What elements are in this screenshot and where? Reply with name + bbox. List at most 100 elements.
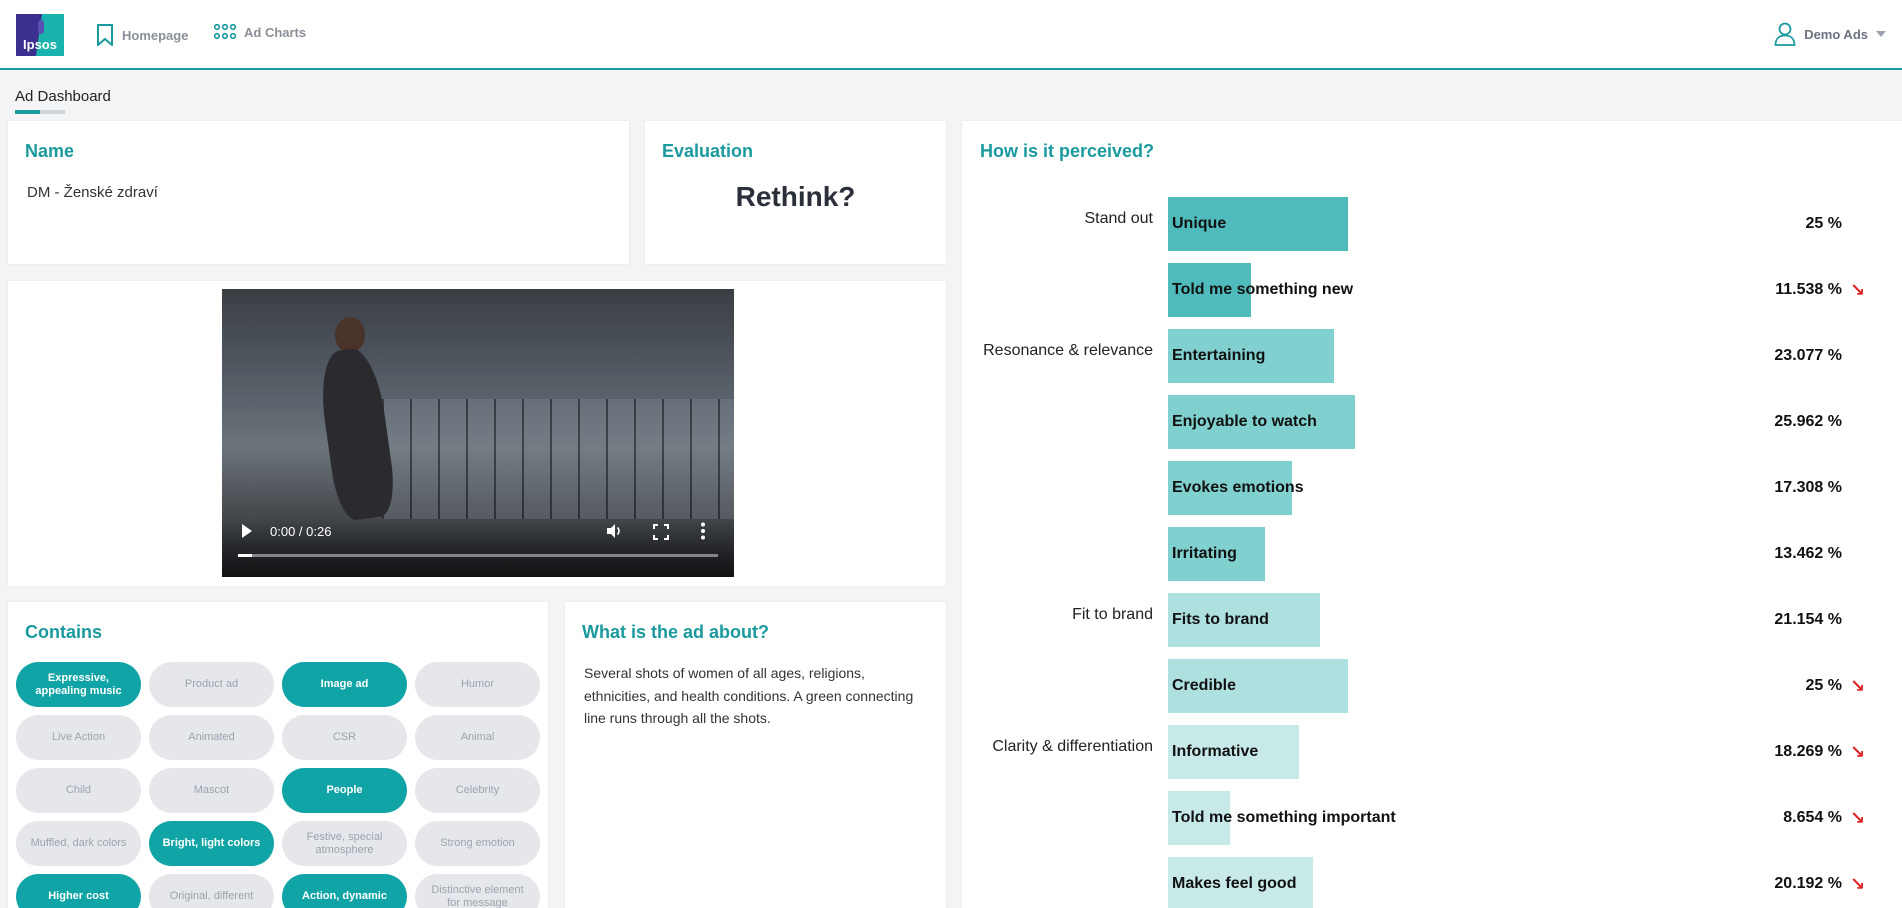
contains-tag[interactable]: Expressive, appealing music <box>16 662 141 707</box>
nav-homepage-label: Homepage <box>122 27 189 43</box>
contains-tag[interactable]: Child <box>16 768 141 813</box>
video-progress-fill <box>238 554 253 557</box>
nav-ad-charts-label: Ad Charts <box>244 24 307 40</box>
contains-card-title: Contains <box>25 622 103 642</box>
bookmark-icon <box>97 24 113 46</box>
more-options-icon[interactable] <box>700 522 706 540</box>
perception-value: 8.654 % <box>1783 809 1842 826</box>
perceived-card: How is it perceived? Stand out Unique 25 %… <box>962 121 1902 908</box>
contains-tag[interactable]: Festive, special atmosphere <box>282 821 407 866</box>
perception-value: 21.154 % <box>1774 611 1842 628</box>
video-card: 0:00 / 0:26 <box>8 281 946 586</box>
contains-card: Contains Expressive, appealing music Prod… <box>8 602 548 908</box>
perception-row: Stand out Unique 25 % <box>962 197 1902 251</box>
contains-tag[interactable]: Muffled, dark colors <box>16 821 141 866</box>
perception-row: Resonance & relevance Entertaining 23.077 … <box>962 329 1902 383</box>
caret-down-icon <box>1876 31 1886 37</box>
about-card-title: What is the ad about? <box>582 622 769 642</box>
fullscreen-icon[interactable] <box>653 524 669 540</box>
perception-group-label: Resonance & relevance <box>983 342 1153 359</box>
perception-bar-label: Entertaining <box>1172 347 1266 364</box>
logo-text: Ipsos <box>23 37 57 52</box>
perception-value: 17.308 % <box>1774 479 1842 496</box>
contains-tag[interactable]: Celebrity <box>415 768 540 813</box>
name-card-title: Name <box>25 141 75 161</box>
nav-ad-charts[interactable]: Ad Charts <box>214 24 306 40</box>
perception-row: Credible 25 % ↘ <box>962 659 1902 713</box>
perception-value: 25 % <box>1805 215 1842 232</box>
perception-row: Told me something important 8.654 % ↘ <box>962 791 1902 845</box>
contains-tag[interactable]: Product ad <box>149 662 274 707</box>
perception-bar-label: Fits to brand <box>1172 611 1269 628</box>
perception-bar-label: Credible <box>1172 677 1237 694</box>
perception-bar-label: Irritating <box>1172 545 1237 562</box>
name-card: Name DM - Ženské zdraví <box>8 121 629 264</box>
contains-tag[interactable]: Original, different <box>149 874 274 908</box>
perception-value: 23.077 % <box>1774 347 1842 364</box>
contains-tag[interactable]: Bright, light colors <box>149 821 274 866</box>
contains-tag-grid: Expressive, appealing music Product ad Ima… <box>16 662 540 908</box>
video-player[interactable]: 0:00 / 0:26 <box>222 289 734 577</box>
tab-label: Ad Dashboard <box>15 88 111 105</box>
user-name: Demo Ads <box>1804 26 1868 42</box>
contains-tag[interactable]: Higher cost <box>16 874 141 908</box>
evaluation-value: Rethink? <box>735 181 856 212</box>
user-menu[interactable]: Demo Ads <box>1774 22 1886 46</box>
perception-bar-label: Unique <box>1172 215 1227 232</box>
about-description: Several shots of women of all ages, reli… <box>584 665 914 726</box>
perception-group-label: Fit to brand <box>1072 606 1153 623</box>
perception-row: Evokes emotions 17.308 % <box>962 461 1902 515</box>
contains-tag[interactable]: Distinctive element for message <box>415 874 540 908</box>
play-icon[interactable] <box>242 524 252 538</box>
perception-value: 13.462 % <box>1774 545 1842 562</box>
perception-value: 20.192 % <box>1774 875 1842 892</box>
contains-tag[interactable]: Strong emotion <box>415 821 540 866</box>
perception-bar-label: Evokes emotions <box>1172 479 1304 496</box>
perception-value: 25.962 % <box>1774 413 1842 430</box>
video-progress-bar[interactable] <box>238 554 718 557</box>
perception-row: Told me something new 11.538 % ↘ <box>962 263 1902 317</box>
contains-tag[interactable]: Animal <box>415 715 540 760</box>
perception-bar-label: Makes feel good <box>1172 875 1297 892</box>
video-controls: 0:00 / 0:26 <box>222 517 734 577</box>
video-time: 0:00 / 0:26 <box>270 524 332 539</box>
ad-name: DM - Ženské zdraví <box>27 184 158 201</box>
contains-tag[interactable]: CSR <box>282 715 407 760</box>
trend-down-icon: ↘ <box>1850 874 1866 894</box>
trend-down-icon: ↘ <box>1850 808 1866 828</box>
grid-icon <box>214 24 236 40</box>
contains-tag[interactable]: Mascot <box>149 768 274 813</box>
contains-tag[interactable]: Image ad <box>282 662 407 707</box>
ipsos-logo[interactable]: Ipsos <box>16 14 64 56</box>
top-navbar: Ipsos Homepage Ad Charts Demo Ads <box>0 0 1902 70</box>
perception-value: 25 % <box>1805 677 1842 694</box>
perceived-card-title: How is it perceived? <box>980 141 1155 161</box>
about-card: What is the ad about? Several shots of w… <box>565 602 946 908</box>
evaluation-card: Evaluation Rethink? <box>645 121 946 264</box>
perception-row: Enjoyable to watch 25.962 % <box>962 395 1902 449</box>
perception-row: Fit to brand Fits to brand 21.154 % <box>962 593 1902 647</box>
contains-tag[interactable]: Humor <box>415 662 540 707</box>
perception-row: Irritating 13.462 % <box>962 527 1902 581</box>
user-icon <box>1774 22 1796 46</box>
perception-bar-label: Told me something new <box>1172 281 1354 298</box>
tab-indicator <box>15 110 65 114</box>
evaluation-card-title: Evaluation <box>662 141 754 161</box>
volume-icon[interactable] <box>605 522 623 540</box>
trend-down-icon: ↘ <box>1850 676 1866 696</box>
tab-ad-dashboard[interactable]: Ad Dashboard <box>15 88 111 114</box>
contains-tag[interactable]: People <box>282 768 407 813</box>
trend-down-icon: ↘ <box>1850 742 1866 762</box>
perception-bar-label: Informative <box>1172 743 1259 760</box>
perception-row: Clarity & differentiation Informative 18.2… <box>962 725 1902 779</box>
contains-tag[interactable]: Action, dynamic <box>282 874 407 908</box>
perception-bar-label: Told me something important <box>1172 809 1396 826</box>
contains-tag[interactable]: Live Action <box>16 715 141 760</box>
contains-tag[interactable]: Animated <box>149 715 274 760</box>
perception-bar-label: Enjoyable to watch <box>1172 413 1317 430</box>
perception-value: 18.269 % <box>1774 743 1842 760</box>
trend-down-icon: ↘ <box>1850 280 1866 300</box>
nav-homepage[interactable]: Homepage <box>96 24 188 46</box>
perception-value: 11.538 % <box>1775 281 1842 298</box>
perception-group-label: Clarity & differentiation <box>992 738 1153 755</box>
